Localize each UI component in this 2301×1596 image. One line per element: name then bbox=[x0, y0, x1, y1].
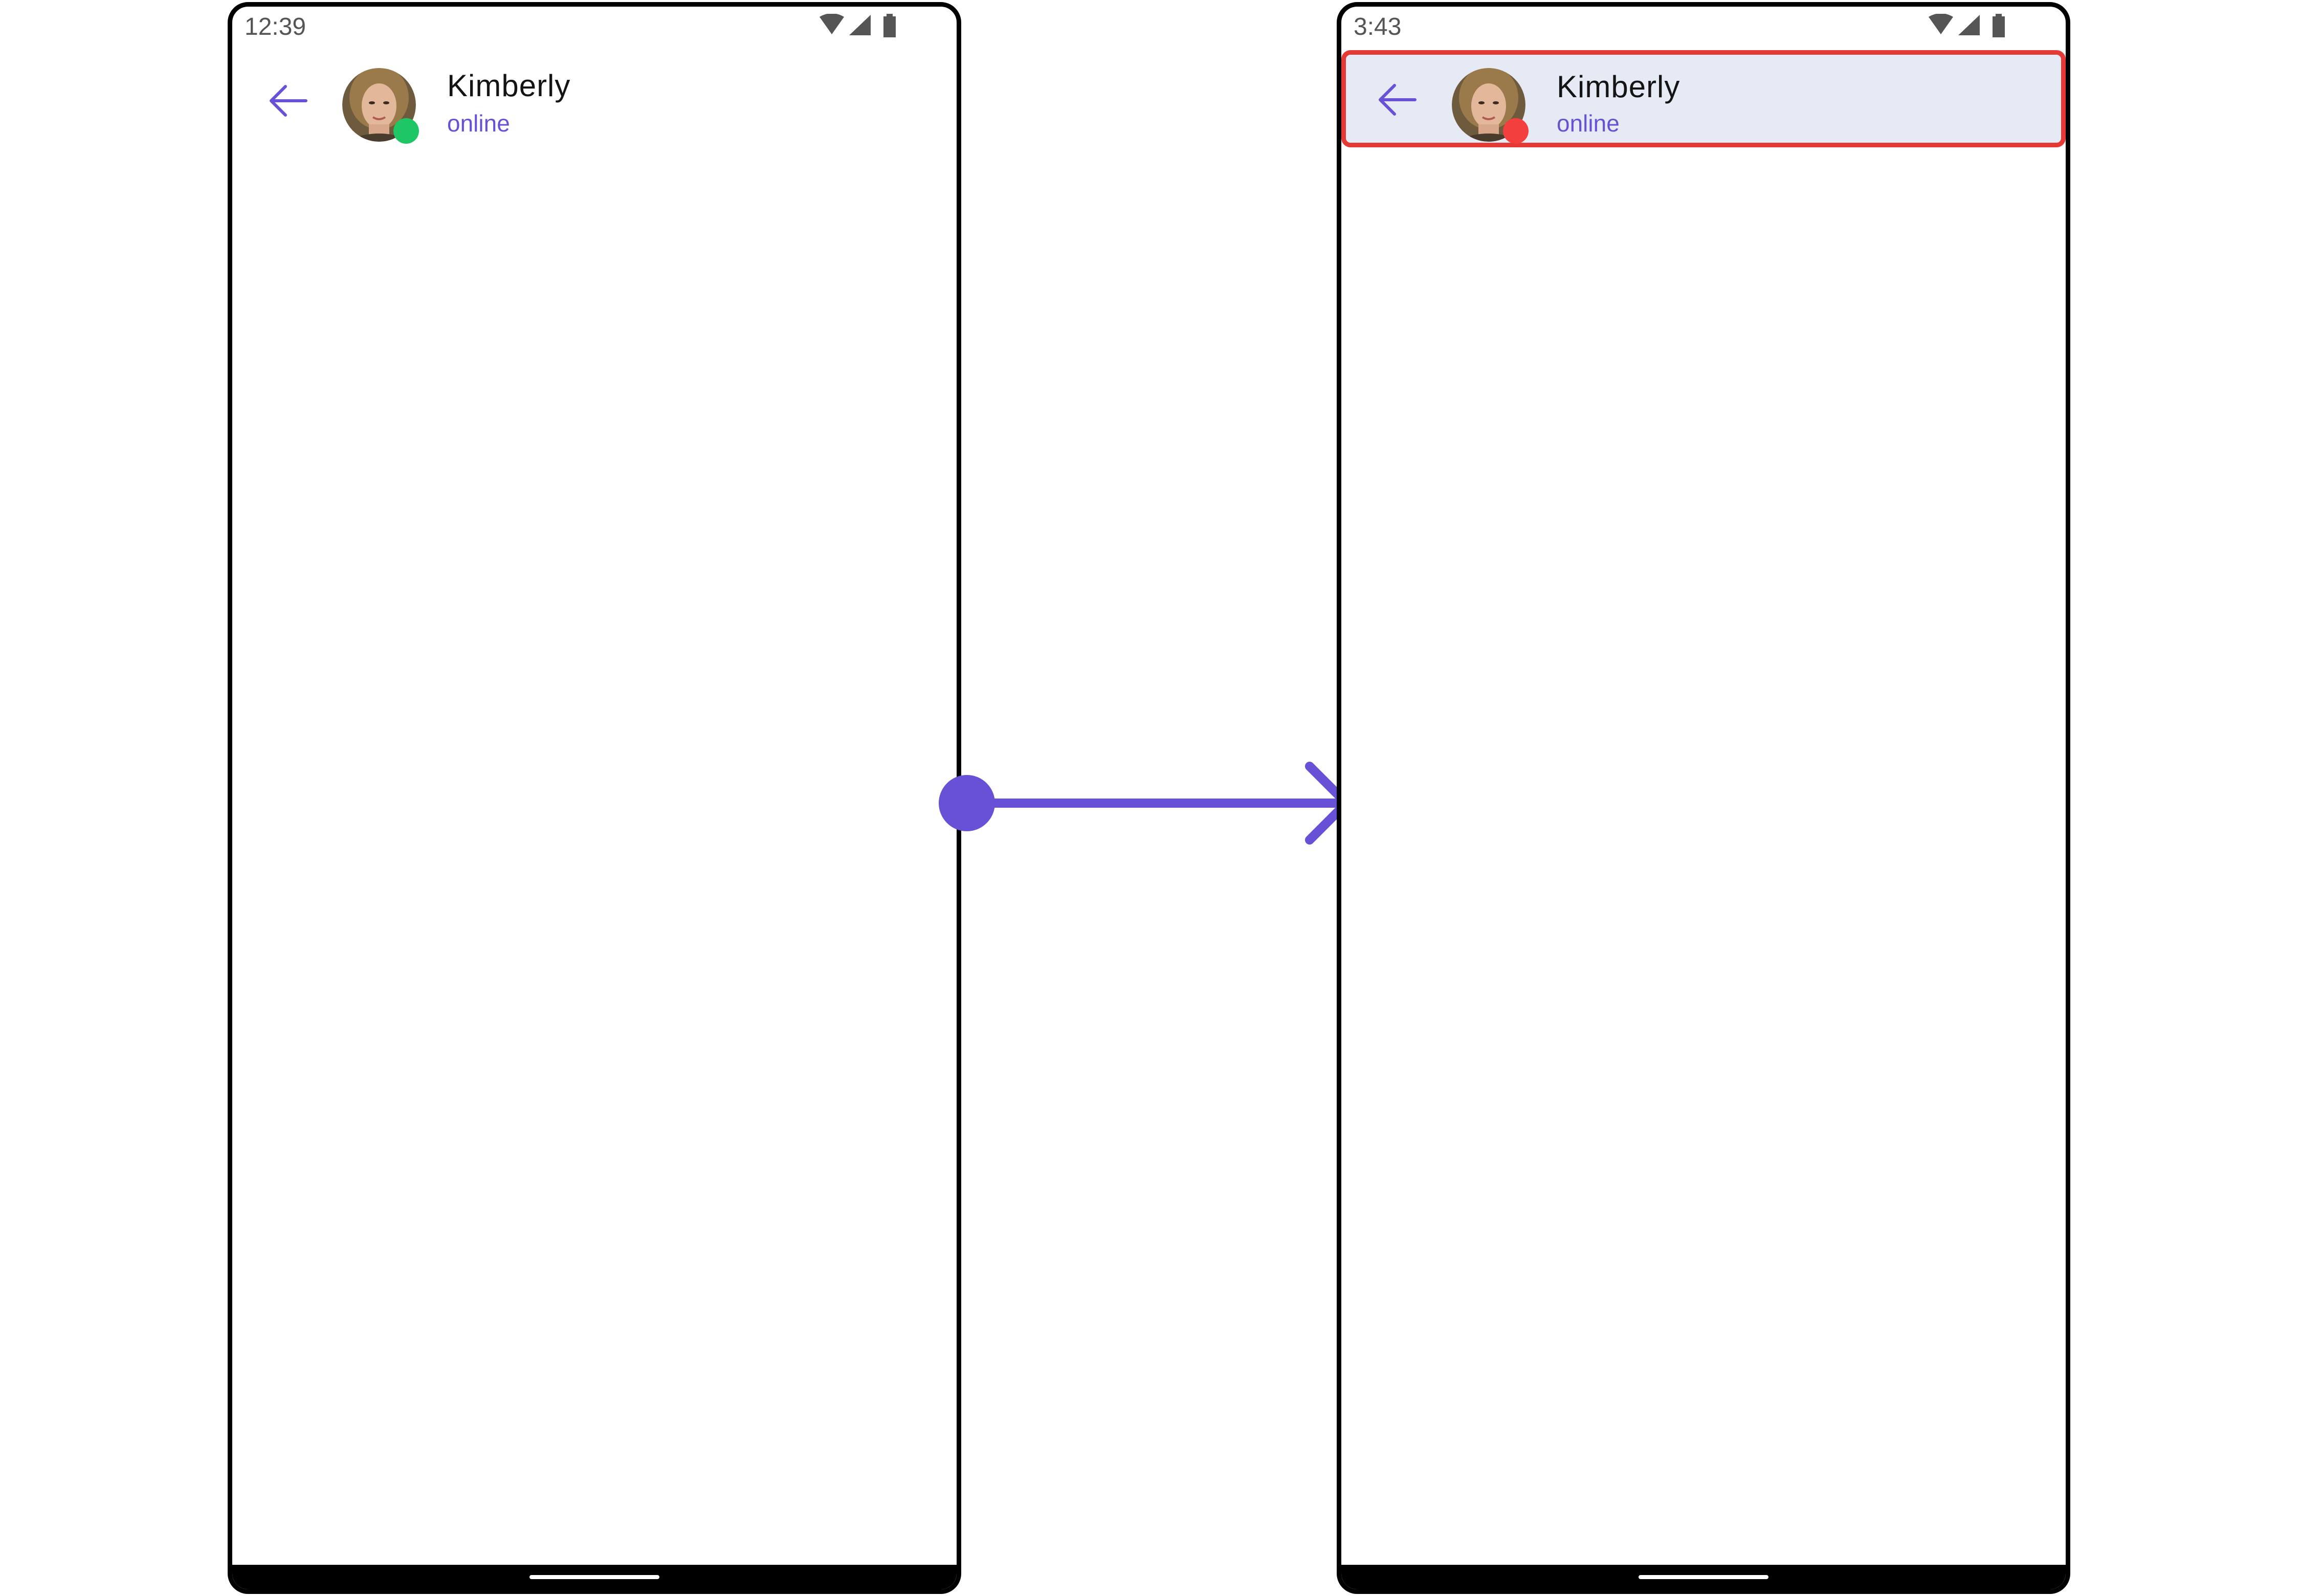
chat-header-highlighted: Kimberly online bbox=[1341, 50, 2066, 147]
cellular-signal-icon bbox=[1958, 15, 1980, 35]
user-name: Kimberly bbox=[447, 69, 571, 103]
home-indicator[interactable] bbox=[1639, 1575, 1768, 1579]
arrow-left-icon bbox=[1379, 84, 1417, 116]
wifi-icon bbox=[1929, 14, 1953, 34]
back-button[interactable] bbox=[1373, 76, 1420, 123]
battery-icon bbox=[1993, 14, 2005, 37]
navigation-bar bbox=[1341, 1565, 2066, 1589]
status-bar: 3:43 bbox=[1341, 7, 2066, 42]
back-button[interactable] bbox=[264, 77, 311, 124]
home-indicator[interactable] bbox=[529, 1575, 659, 1579]
arrow-left-icon bbox=[270, 85, 307, 117]
battery-icon bbox=[883, 14, 896, 37]
transition-arrow-icon bbox=[939, 762, 1351, 845]
user-status: online bbox=[447, 110, 510, 137]
status-time: 3:43 bbox=[1354, 13, 1402, 40]
wifi-icon bbox=[820, 14, 844, 34]
cellular-signal-icon bbox=[849, 15, 871, 35]
status-time: 12:39 bbox=[245, 13, 306, 40]
online-status-dot bbox=[393, 118, 419, 144]
phone-screen-before: 12:39 Kimberly online bbox=[228, 2, 961, 1594]
status-bar: 12:39 bbox=[232, 7, 957, 42]
user-avatar[interactable] bbox=[1452, 68, 1529, 144]
chat-header: Kimberly online bbox=[232, 53, 957, 150]
user-status: online bbox=[1557, 110, 1620, 137]
status-icons bbox=[1928, 14, 2020, 39]
navigation-bar bbox=[232, 1565, 957, 1589]
online-status-dot bbox=[1503, 118, 1529, 144]
user-avatar[interactable] bbox=[342, 68, 419, 144]
status-icons bbox=[818, 14, 911, 39]
phone-screen-after: 3:43 Kimberly online bbox=[1337, 2, 2070, 1594]
user-name: Kimberly bbox=[1557, 70, 1680, 104]
